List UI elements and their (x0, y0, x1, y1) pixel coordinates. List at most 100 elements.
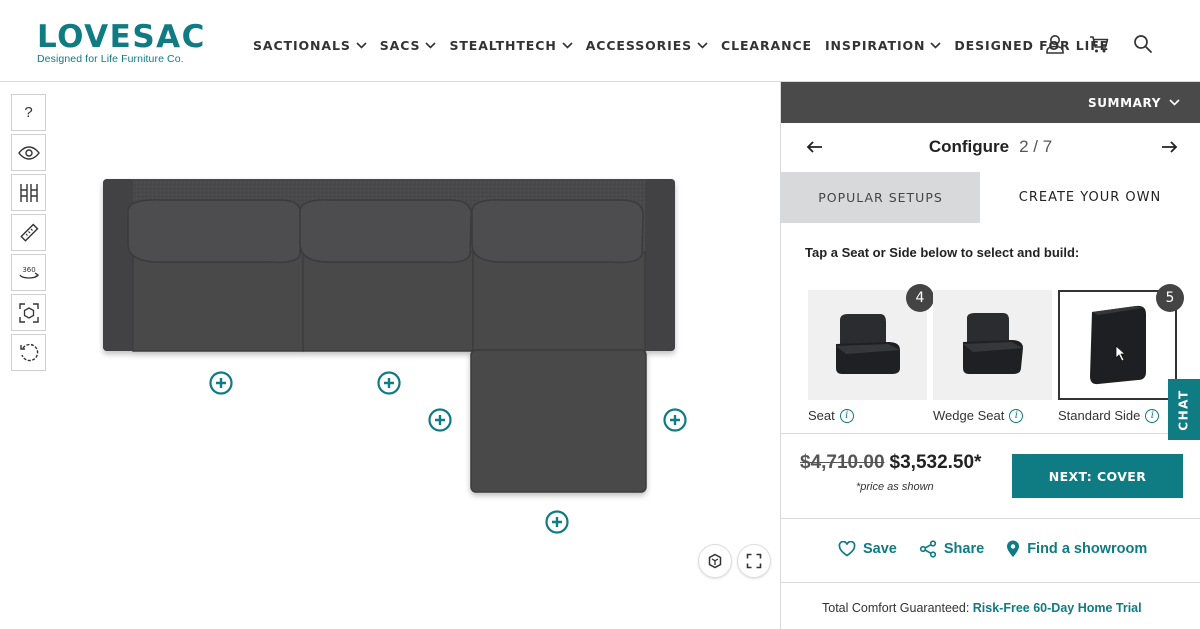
location-pin-icon (1007, 540, 1020, 557)
chevron-down-icon (697, 42, 708, 49)
piece-cards: 4 Seat i Wedge Seat i 5 Standard Side i (808, 284, 1184, 423)
save-label: Save (863, 541, 897, 557)
card-label: Standard Side i (1058, 408, 1177, 423)
view-toolbar: ? 360 (11, 94, 46, 373)
nav-item-clearance[interactable]: CLEARANCE (721, 38, 812, 53)
next-cover-button[interactable]: NEXT: COVER (1012, 454, 1183, 498)
measure-button[interactable] (11, 214, 46, 251)
summary-toggle[interactable]: SUMMARY (781, 82, 1200, 123)
nav-label: ACCESSORIES (585, 38, 693, 53)
seat-count-badge: 4 (906, 284, 934, 312)
fullscreen-button[interactable] (737, 544, 771, 578)
cube-icon (708, 553, 722, 569)
arrow-right-icon[interactable] (1159, 137, 1179, 157)
view-3d-button[interactable] (698, 544, 732, 578)
ruler-icon (19, 223, 38, 242)
seat-label: Seat (808, 408, 835, 423)
search-icon[interactable] (1132, 33, 1154, 55)
help-button[interactable]: ? (11, 94, 46, 131)
configure-stepper: Configure 2 / 7 (781, 123, 1200, 172)
chat-label: CHAT (1177, 388, 1192, 431)
main-nav: SACTIONALS SACS STEALTHTECH ACCESSORIES … (253, 38, 1122, 53)
setup-tabs: POPULAR SETUPS CREATE YOUR OWN (781, 172, 1200, 223)
home-trial-link[interactable]: Risk-Free 60-Day Home Trial (973, 601, 1142, 615)
summary-label: SUMMARY (1087, 95, 1161, 110)
rotate-360-label: 360 (22, 266, 35, 274)
dimensions-button[interactable] (11, 174, 46, 211)
nav-item-inspiration[interactable]: INSPIRATION (825, 38, 941, 53)
header-icons (1044, 33, 1154, 55)
build-instruction: Tap a Seat or Side below to select and b… (805, 245, 1080, 260)
nav-item-sactionals[interactable]: SACTIONALS (253, 38, 367, 53)
reset-button[interactable] (11, 334, 46, 371)
configure-label: Configure (928, 137, 1010, 156)
nav-item-sacs[interactable]: SACS (380, 38, 437, 53)
step-indicator: 2 / 7 (1019, 137, 1053, 156)
back-pillow (127, 199, 302, 264)
nav-item-accessories[interactable]: ACCESSORIES (586, 38, 708, 53)
seat-cushion (132, 251, 304, 352)
ar-view-button[interactable] (11, 294, 46, 331)
help-icon: ? (24, 104, 33, 121)
lovesac-logo[interactable]: LOVESAC Designed for Life Furniture Co. (37, 22, 206, 66)
chaise-seat (470, 349, 647, 493)
divider (781, 582, 1200, 583)
tab-create-your-own[interactable]: CREATE YOUR OWN (980, 172, 1200, 223)
visibility-button[interactable] (11, 134, 46, 171)
wedge-seat-product-image (962, 313, 1023, 374)
find-showroom-label: Find a showroom (1027, 541, 1148, 557)
back-pillow (299, 199, 472, 264)
share-icon (919, 540, 936, 558)
chevron-down-icon (356, 42, 367, 49)
nav-label: STEALTHTECH (449, 38, 557, 53)
dimensions-icon (19, 183, 38, 202)
chevron-down-icon (930, 42, 941, 49)
info-icon[interactable]: i (1009, 408, 1024, 423)
rotate-360-button[interactable]: 360 (11, 254, 46, 291)
wedge-seat-image (933, 290, 1052, 400)
wedge-seat-label: Wedge Seat (933, 408, 1005, 423)
find-showroom-button[interactable]: Find a showroom (1006, 540, 1147, 558)
cart-icon[interactable] (1088, 33, 1110, 55)
nav-label: SACTIONALS (253, 38, 351, 53)
chevron-down-icon (562, 42, 573, 49)
nav-label: INSPIRATION (824, 38, 926, 53)
divider (781, 433, 1200, 434)
chat-button[interactable]: CHAT (1168, 379, 1200, 440)
piece-card-standard-side[interactable]: 5 Standard Side i (1058, 284, 1184, 423)
user-icon[interactable] (1044, 33, 1066, 55)
share-button[interactable]: Share (919, 540, 984, 558)
action-links: Save Share Find a showroom (838, 540, 1169, 558)
chevron-down-icon (425, 42, 437, 49)
guarantee-text: Total Comfort Guaranteed: (822, 601, 970, 615)
tab-popular-setups[interactable]: POPULAR SETUPS (781, 172, 980, 223)
piece-card-wedge-seat[interactable]: Wedge Seat i (933, 290, 1052, 423)
seat-cushion (472, 251, 646, 352)
eye-icon (17, 145, 40, 160)
add-piece-plus-icon[interactable] (428, 408, 452, 432)
seat-product-image (835, 314, 900, 374)
piece-card-seat[interactable]: 4 Seat i (808, 284, 934, 423)
add-piece-plus-icon[interactable] (663, 408, 687, 432)
nav-item-stealthtech[interactable]: STEALTHTECH (449, 38, 573, 53)
add-piece-plus-icon[interactable] (545, 510, 569, 534)
info-icon[interactable]: i (1145, 408, 1160, 423)
right-arm (645, 179, 675, 351)
add-piece-plus-icon[interactable] (209, 371, 233, 395)
original-price: $4,710.00 (800, 452, 885, 473)
standard-side-product-image (1089, 305, 1146, 385)
info-icon[interactable]: i (839, 408, 854, 423)
card-label: Seat i (808, 408, 927, 423)
standard-side-label: Standard Side (1058, 408, 1141, 423)
add-piece-plus-icon[interactable] (377, 371, 401, 395)
price-row: $4,710.00 $3,532.50* (800, 452, 981, 474)
price-note: *price as shown (856, 481, 934, 493)
configurator-canvas[interactable] (0, 82, 780, 629)
ar-view-icon (18, 302, 39, 323)
card-label: Wedge Seat i (933, 408, 1052, 423)
guarantee-line: Total Comfort Guaranteed: Risk-Free 60-D… (822, 601, 1142, 615)
sectional-render (103, 179, 675, 493)
configurator-panel: SUMMARY Configure 2 / 7 POPULAR SETUPS CR… (780, 82, 1200, 629)
save-button[interactable]: Save (838, 541, 897, 557)
site-header: LOVESAC Designed for Life Furniture Co. … (0, 0, 1200, 82)
